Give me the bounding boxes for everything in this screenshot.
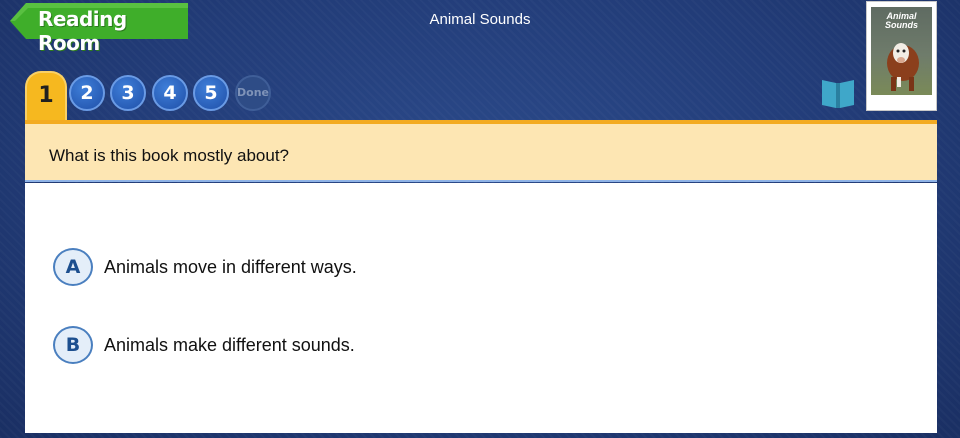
- tab-question-1[interactable]: 1: [25, 71, 67, 121]
- question-bar: What is this book mostly about?: [25, 120, 937, 182]
- back-button-label: Reading Room: [38, 7, 127, 55]
- tab-question-2[interactable]: 2: [69, 75, 105, 111]
- answer-option-a[interactable]: A Animals move in different ways.: [53, 248, 653, 286]
- book-title: Animal Sounds: [429, 11, 531, 28]
- book-cover-thumbnail[interactable]: Animal Sounds: [866, 1, 937, 111]
- tab-question-4[interactable]: 4: [152, 75, 188, 111]
- question-text: What is this book mostly about?: [49, 146, 290, 165]
- cover-image: Animal Sounds: [871, 7, 932, 95]
- option-letter-a: A: [53, 248, 93, 286]
- answer-option-b[interactable]: B Animals make different sounds.: [53, 326, 653, 364]
- cow-image: [887, 43, 919, 91]
- option-text-a: Animals move in different ways.: [104, 257, 357, 277]
- option-letter-b: B: [53, 326, 93, 364]
- reading-room-back-button[interactable]: Reading Room: [10, 2, 188, 55]
- tab-done[interactable]: Done: [235, 75, 271, 111]
- open-book-icon[interactable]: [820, 77, 856, 109]
- cover-title-line2: Sounds: [885, 20, 918, 30]
- answer-area: A Animals move in different ways. B Anim…: [25, 183, 937, 433]
- tab-question-3[interactable]: 3: [110, 75, 146, 111]
- option-text-b: Animals make different sounds.: [104, 335, 355, 355]
- question-tabs: 1 2 3 4 5 Done: [25, 71, 285, 121]
- tab-question-5[interactable]: 5: [193, 75, 229, 111]
